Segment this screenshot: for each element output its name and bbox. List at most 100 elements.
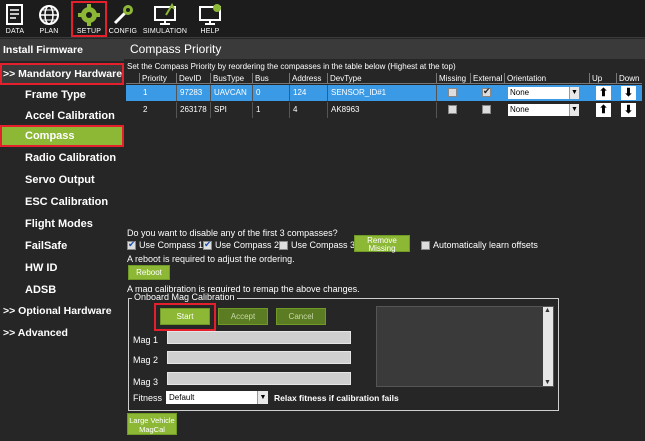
reboot-button[interactable]: Reboot xyxy=(128,265,170,280)
table-row[interactable]: 1 97283 UAVCAN 0 124 SENSOR_ID#1 None ▼ … xyxy=(126,85,642,101)
sidebar-item-accel-calibration[interactable]: Accel Calibration xyxy=(0,105,124,127)
simulation-monitor-icon xyxy=(154,3,176,25)
cell-address: 124 xyxy=(290,85,328,101)
column-header-down[interactable]: Down xyxy=(617,73,642,84)
column-header-bustype[interactable]: BusType xyxy=(211,73,253,84)
cancel-calibration-button[interactable]: Cancel xyxy=(276,308,326,325)
cell-bustype: UAVCAN xyxy=(211,85,253,101)
wrench-icon xyxy=(113,5,133,25)
cell-address: 4 xyxy=(290,102,328,118)
simulation-tab-button[interactable]: SIMULATION xyxy=(142,1,188,37)
arrow-down-icon: ⬇ xyxy=(623,104,634,116)
chevron-down-icon: ▼ xyxy=(569,104,579,116)
cell-bus: 1 xyxy=(253,102,290,118)
globe-icon xyxy=(39,5,59,25)
cell-devid: 263178 xyxy=(177,102,211,118)
sidebar-item-adsb[interactable]: ADSB xyxy=(0,279,124,301)
setup-sidebar: Install Firmware >> Mandatory Hardware F… xyxy=(0,39,124,441)
move-up-button[interactable]: ⬆ xyxy=(596,103,611,117)
orientation-select[interactable]: None ▼ xyxy=(508,104,579,116)
mag-2-progress-bar xyxy=(167,351,351,364)
sidebar-item-servo-output[interactable]: Servo Output xyxy=(0,169,124,191)
remove-missing-button[interactable]: Remove Missing xyxy=(354,235,410,253)
sidebar-item-frame-type[interactable]: Frame Type xyxy=(0,84,124,106)
help-monitor-icon xyxy=(199,4,221,25)
cell-devtype: SENSOR_ID#1 xyxy=(328,85,437,101)
log-scrollbar[interactable]: ▲ ▼ xyxy=(543,307,553,386)
fitness-select[interactable]: Default ▼ xyxy=(166,391,268,404)
help-tab-label: HELP xyxy=(200,28,220,35)
external-checkbox[interactable] xyxy=(482,105,491,114)
cell-devtype: AK8963 xyxy=(328,102,437,118)
use-compass-1-checkbox[interactable] xyxy=(127,239,136,250)
column-header-bus[interactable]: Bus xyxy=(253,73,290,84)
fitness-value: Default xyxy=(169,393,195,402)
cell-bus: 0 xyxy=(253,85,290,101)
chevron-down-icon: ▼ xyxy=(257,391,268,404)
data-tab-label: DATA xyxy=(5,28,25,35)
table-row[interactable]: 2 263178 SPI 1 4 AK8963 None ▼ ⬆ ⬇ xyxy=(126,102,642,118)
mission-planner-window: DATA PLAN SETUP CONFIG SIMULATION HELP I… xyxy=(0,0,645,441)
column-header-address[interactable]: Address xyxy=(290,73,328,84)
column-header-external[interactable]: External xyxy=(471,73,505,84)
missing-checkbox[interactable] xyxy=(448,105,457,114)
external-checkbox[interactable] xyxy=(482,86,491,97)
use-compass-2-checkbox[interactable] xyxy=(203,239,212,250)
orientation-value: None xyxy=(510,105,530,114)
auto-learn-offsets-checkbox[interactable] xyxy=(421,241,430,250)
config-tab-button[interactable]: CONFIG xyxy=(108,1,138,37)
plan-tab-label: PLAN xyxy=(39,28,59,35)
move-up-button[interactable]: ⬆ xyxy=(596,86,611,100)
use-compass-1-label: Use Compass 1 xyxy=(139,240,204,250)
arrow-up-icon: ⬆ xyxy=(598,87,609,99)
sidebar-item-hw-id[interactable]: HW ID xyxy=(0,257,124,279)
table-corner xyxy=(126,73,140,84)
accept-calibration-button[interactable]: Accept xyxy=(218,308,268,325)
priority-description: Set the Compass Priority by reordering t… xyxy=(127,62,456,71)
column-header-up[interactable]: Up xyxy=(590,73,617,84)
top-toolbar: DATA PLAN SETUP CONFIG SIMULATION HELP xyxy=(0,0,645,38)
move-down-button[interactable]: ⬇ xyxy=(621,103,636,117)
column-header-missing[interactable]: Missing xyxy=(437,73,471,84)
column-header-devtype[interactable]: DevType xyxy=(328,73,437,84)
setup-tab-button[interactable]: SETUP xyxy=(71,1,107,37)
auto-learn-offsets-label: Automatically learn offsets xyxy=(433,240,538,250)
arrow-up-icon: ⬆ xyxy=(598,104,609,116)
mag-1-progress-bar xyxy=(167,331,351,344)
data-icon xyxy=(6,4,23,25)
help-tab-button[interactable]: HELP xyxy=(195,1,225,37)
column-header-orientation[interactable]: Orientation xyxy=(505,73,590,84)
sidebar-item-esc-calibration[interactable]: ESC Calibration xyxy=(0,191,124,213)
column-header-priority[interactable]: Priority xyxy=(140,73,177,84)
sidebar-item-install-firmware[interactable]: Install Firmware xyxy=(0,39,124,61)
reboot-note: A reboot is required to adjust the order… xyxy=(127,254,295,264)
cell-devid: 97283 xyxy=(177,85,211,101)
mag-1-label: Mag 1 xyxy=(133,335,159,345)
scroll-up-icon: ▲ xyxy=(544,307,551,314)
missing-checkbox[interactable] xyxy=(448,88,457,97)
move-down-button[interactable]: ⬇ xyxy=(621,86,636,100)
compass-priority-table: Priority DevID BusType Bus Address DevTy… xyxy=(126,73,642,118)
sidebar-item-compass[interactable]: Compass xyxy=(0,125,124,147)
sidebar-item-advanced[interactable]: >> Advanced xyxy=(0,322,124,344)
sidebar-item-failsafe[interactable]: FailSafe xyxy=(0,235,124,257)
data-tab-button[interactable]: DATA xyxy=(2,1,28,37)
sidebar-item-flight-modes[interactable]: Flight Modes xyxy=(0,213,124,235)
use-compass-3-checkbox[interactable] xyxy=(279,241,288,250)
fitness-label: Fitness xyxy=(133,393,163,403)
mag-2-label: Mag 2 xyxy=(133,355,159,365)
setup-gear-icon xyxy=(78,4,100,26)
sidebar-item-radio-calibration[interactable]: Radio Calibration xyxy=(0,147,124,169)
sidebar-item-optional-hardware[interactable]: >> Optional Hardware xyxy=(0,300,124,322)
sidebar-item-mandatory-hardware[interactable]: >> Mandatory Hardware xyxy=(0,63,124,85)
large-vehicle-magcal-button[interactable]: Large Vehicle MagCal xyxy=(127,413,177,435)
start-highlight xyxy=(154,303,216,331)
calibration-log-textarea[interactable]: ▲ ▼ xyxy=(376,306,554,387)
scroll-down-icon: ▼ xyxy=(544,379,551,386)
plan-tab-button[interactable]: PLAN xyxy=(34,1,64,37)
column-header-devid[interactable]: DevID xyxy=(177,73,211,84)
relax-fitness-label: Relax fitness if calibration fails xyxy=(274,393,399,403)
disable-compass-question: Do you want to disable any of the first … xyxy=(127,228,338,238)
use-compass-3-label: Use Compass 3 xyxy=(291,240,356,250)
orientation-select[interactable]: None ▼ xyxy=(508,87,579,99)
